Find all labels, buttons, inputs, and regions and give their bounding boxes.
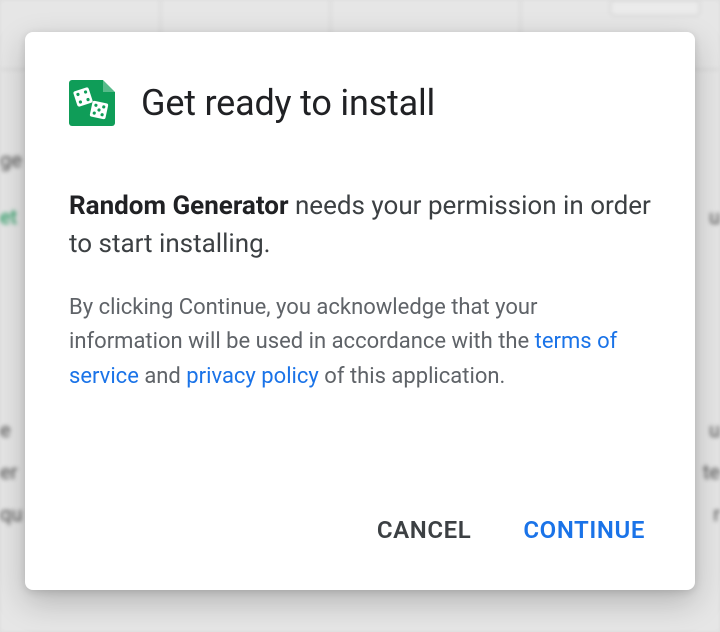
terms-message: By clicking Continue, you acknowledge th…	[69, 291, 651, 393]
cancel-button[interactable]: CANCEL	[371, 508, 478, 552]
permission-message: Random Generator needs your permission i…	[69, 188, 651, 263]
dialog-header: Get ready to install	[69, 80, 651, 126]
terms-suffix: of this application.	[319, 364, 505, 389]
app-name: Random Generator	[69, 191, 289, 221]
dice-icon	[69, 80, 115, 126]
privacy-policy-link[interactable]: privacy policy	[186, 364, 319, 389]
install-permission-dialog: Get ready to install Random Generator ne…	[25, 32, 695, 590]
dialog-title: Get ready to install	[141, 82, 435, 124]
terms-prefix: By clicking Continue, you acknowledge th…	[69, 295, 538, 354]
continue-button[interactable]: CONTINUE	[517, 508, 651, 552]
dialog-actions: CANCEL CONTINUE	[69, 488, 651, 552]
terms-and: and	[139, 364, 186, 389]
